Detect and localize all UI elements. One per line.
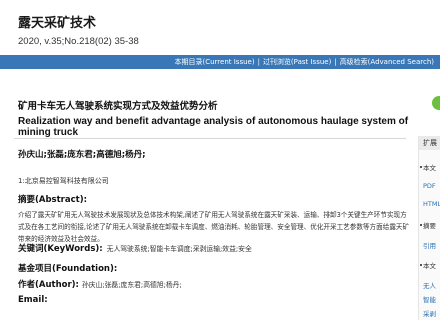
- green-circle-icon: [432, 96, 440, 110]
- advanced-search-link[interactable]: 高级检索(Advanced Search): [340, 57, 434, 67]
- sidebar-item: 本文: [423, 262, 436, 270]
- article-title-cn: 矿用卡车无人驾驶系统实现方式及效益优势分析: [18, 101, 218, 112]
- citation-info: 2020, v.35;No.218(02) 35-38: [18, 36, 139, 47]
- nav-separator: |: [334, 58, 337, 66]
- keywords-label: 关键词(KeyWords):: [18, 244, 103, 254]
- foundation-label: 基金项目(Foundation):: [18, 264, 118, 274]
- author-row: 作者(Author): 孙庆山;张磊;庞东君;高德旭;杨丹;: [18, 278, 182, 290]
- sidebar-link[interactable]: 采剥: [423, 308, 440, 318]
- title-divider: [14, 138, 406, 139]
- nav-links: 本期目录(Current Issue) | 过刊浏览(Past Issue) |…: [174, 55, 434, 69]
- sidebar-tab-extend[interactable]: 扩展: [419, 136, 440, 150]
- abstract-label: 摘要(Abstract):: [18, 195, 87, 205]
- right-sidebar: 扩展 本文 PDF HTML 摘要 引用 本文 无人 智能 采剥: [418, 136, 440, 320]
- sidebar-link[interactable]: 智能: [423, 294, 440, 304]
- keywords-row: 关键词(KeyWords): 无人驾驶系统;智能卡车调度;采剥运输;效益;安全: [18, 242, 252, 254]
- abstract-text: 介绍了露天矿矿用无人驾驶技术发展现状及总体技术构架,阐述了矿用无人驾驶系统在露天…: [18, 211, 410, 243]
- sidebar-item: 摘要: [423, 222, 436, 230]
- bullet-icon: [420, 166, 422, 168]
- past-issue-link[interactable]: 过刊浏览(Past Issue): [263, 57, 331, 67]
- author-value: 孙庆山;张磊;庞东君;高德旭;杨丹;: [81, 281, 182, 289]
- author-list: 孙庆山;张磊;庞东君;高德旭;杨丹;: [18, 150, 146, 160]
- email-label: Email:: [18, 295, 48, 305]
- keywords-value: 无人驾驶系统;智能卡车调度;采剥运输;效益;安全: [106, 245, 252, 253]
- author-label: 作者(Author):: [18, 280, 79, 290]
- top-navbar: 本期目录(Current Issue) | 过刊浏览(Past Issue) |…: [0, 55, 440, 69]
- sidebar-link-html[interactable]: HTML: [423, 200, 440, 208]
- affiliation: 1:北京易控智驾科技有限公司: [18, 177, 109, 185]
- sidebar-link[interactable]: 引用: [423, 240, 440, 250]
- nav-separator: |: [257, 58, 260, 66]
- current-issue-link[interactable]: 本期目录(Current Issue): [174, 57, 254, 67]
- article-title-en: Realization way and benefit advantage an…: [18, 116, 409, 138]
- bullet-icon: [420, 264, 422, 266]
- journal-title: 露天采矿技术: [18, 16, 97, 31]
- bullet-icon: [420, 224, 422, 226]
- sidebar-item: 本文: [423, 164, 436, 172]
- sidebar-link[interactable]: 无人: [423, 280, 440, 290]
- sidebar-link-pdf[interactable]: PDF: [423, 182, 440, 190]
